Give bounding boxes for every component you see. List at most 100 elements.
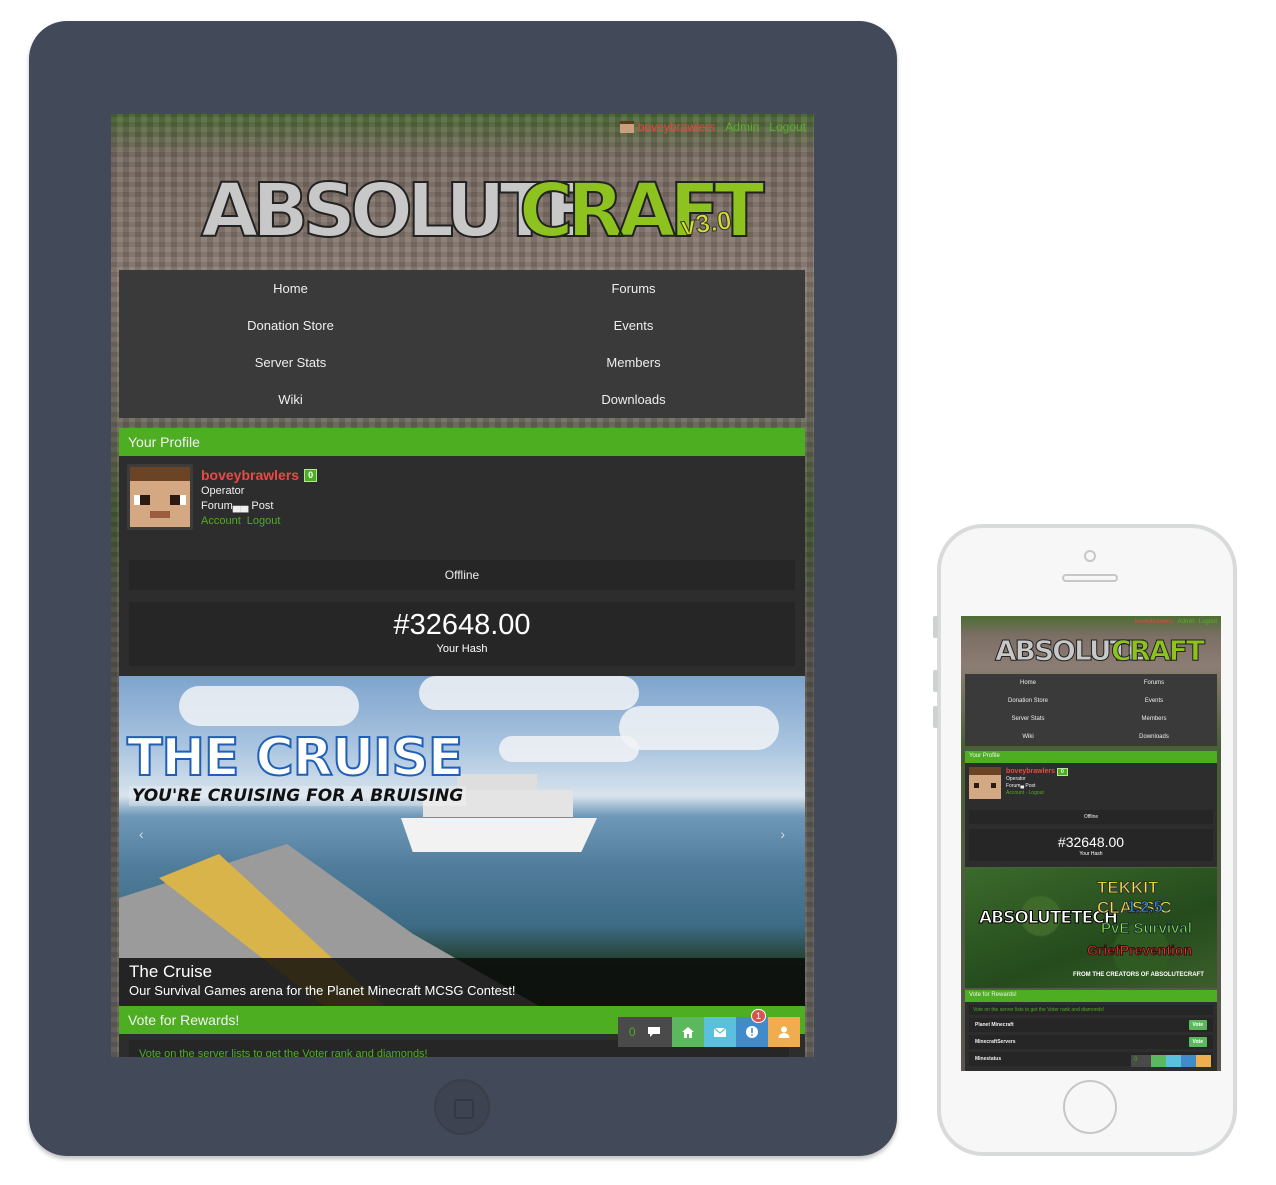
minecraft-face-icon [130,467,190,527]
mobile-nav-downloads[interactable]: Downloads [1091,728,1217,746]
nav-forums[interactable]: Forums [462,270,805,307]
mobile-messages-button[interactable] [1166,1055,1181,1067]
mobile-nav-events[interactable]: Events [1091,692,1217,710]
banner-art-title: THE CRUISE [126,727,464,789]
nav-downloads[interactable]: Downloads [462,381,805,418]
mobile-featured-carousel[interactable]: ABSOLUTETECH TEKKIT CLASSIC 1.2.5 PvE Su… [965,868,1217,988]
mobile-nav-server-stats[interactable]: Server Stats [965,710,1091,728]
mobile-logout-link[interactable]: Logout [1199,619,1217,625]
mobile-nav-wiki[interactable]: Wiki [965,728,1091,746]
mobile-chat-button[interactable]: 0 [1131,1055,1151,1067]
mobile-vote-heading: Vote for Rewards! [965,990,1217,1002]
phone-speaker [1062,574,1118,582]
caption-text: Our Survival Games arena for the Planet … [129,983,516,998]
vote-site-name: Planet Minecraft [975,1022,1014,1028]
account-link[interactable]: Account [201,515,241,527]
profile-info: boveybrawlers 0 Operator Forum▄▄ Post Ac… [201,466,318,529]
logout-link[interactable]: Logout [769,120,806,134]
profile-panel-heading: Your Profile [119,428,805,456]
mobile-profile-panel: boveybrawlers 0 Operator Forum▄ Post Acc… [965,763,1217,867]
vote-site-name: MinecraftServers [975,1039,1016,1045]
mobile-main-nav: Home Forums Donation Store Events Server… [965,674,1217,746]
nav-server-stats[interactable]: Server Stats [119,344,462,381]
main-nav: Home Forums Donation Store Events Server… [119,270,805,418]
mobile-nav-home[interactable]: Home [965,674,1091,692]
profile-avatar[interactable] [127,464,193,530]
mobile-profile-links[interactable]: Account · Logout [1006,790,1068,797]
profile-posts: Forum▄▄ Post [201,500,274,512]
alert-count-badge: 1 [750,1009,766,1023]
phone-device: boveybrawlers Admin Logout ABSOLUTE CRAF… [933,524,1237,1156]
profile-username[interactable]: boveybrawlers [201,466,299,484]
phone-screen: boveybrawlers Admin Logout ABSOLUTE CRAF… [961,616,1221,1071]
profile-panel: boveybrawlers 0 Operator Forum▄▄ Post Ac… [119,456,805,676]
mobile-quick-dock: 0 [1131,1055,1211,1067]
profile-button[interactable] [768,1017,800,1047]
mobile-hash-label: Your Hash [1079,851,1103,857]
mobile-alerts-button[interactable] [1181,1055,1196,1067]
vote-row: Planet Minecraft Vote [969,1018,1213,1032]
nav-events[interactable]: Events [462,307,805,344]
caption-title: The Cruise [129,962,213,981]
mobile-user-topbar: boveybrawlers Admin Logout [1135,619,1217,625]
mobile-hash-value: #32648.00 [1057,834,1125,850]
alert-icon [746,1026,758,1038]
mobile-vote-panel: Vote on the server lists to get the Vote… [965,1002,1217,1071]
mobile-profile-username[interactable]: boveybrawlers [1006,768,1055,775]
hash-value: #32648.00 [393,609,531,641]
nav-home[interactable]: Home [119,270,462,307]
vote-button[interactable]: Vote [1188,1020,1207,1030]
quick-dock: 0 1 [618,1009,800,1047]
phone-camera [1084,550,1096,562]
profile-logout-link[interactable]: Logout [247,515,281,527]
admin-link[interactable]: Admin [725,120,759,134]
mobile-nav-members[interactable]: Members [1091,710,1217,728]
site-logo[interactable]: ABSOLUTE CRAFT v3.0 [200,166,766,256]
mobile-home-button[interactable] [1151,1055,1166,1067]
banner-art-subtitle: YOU'RE CRUISING FOR A BRUISING [129,786,467,806]
messages-button[interactable] [704,1017,736,1047]
chat-button[interactable]: 0 [618,1017,672,1047]
user-avatar-icon [619,121,634,133]
tablet-home-button [434,1079,490,1135]
profile-badge: 0 [304,468,318,482]
nav-donation-store[interactable]: Donation Store [119,307,462,344]
vote-site-name: Minestatus [975,1056,1002,1062]
carousel-next-icon[interactable]: › [780,826,785,842]
alerts-button[interactable]: 1 [736,1009,768,1047]
mobile-profile-rank: Operator [1006,776,1026,782]
mobile-banner-footer: FROM THE CREATORS OF ABSOLUTECRAFT [1073,972,1204,978]
mobile-admin-link[interactable]: Admin [1178,619,1195,625]
tablet-device: boveybrawlers Admin Logout ABSOLUTE CRAF… [29,21,897,1156]
mobile-profile-posts: Forum▄ Post [1006,783,1036,789]
mobile-nav-forums[interactable]: Forums [1091,674,1217,692]
phone-home-button [1063,1080,1117,1134]
mobile-topbar-username[interactable]: boveybrawlers [1135,619,1174,625]
nav-wiki[interactable]: Wiki [119,381,462,418]
mobile-profile-badge: 0 [1056,768,1068,776]
chat-bubble-icon [648,1027,661,1037]
home-button[interactable] [672,1017,704,1047]
carousel-prev-icon[interactable]: ‹ [139,826,144,842]
vote-button[interactable]: Vote [1188,1037,1207,1047]
user-icon [778,1026,790,1038]
device-mockup-stage: boveybrawlers Admin Logout ABSOLUTE CRAF… [0,0,1276,1185]
mobile-site-logo[interactable]: ABSOLUTE CRAFT [995,634,1206,668]
hash-box: #32648.00 Your Hash [129,602,795,666]
mobile-minecraft-face-icon[interactable] [969,767,1001,799]
nav-members[interactable]: Members [462,344,805,381]
user-menu[interactable]: boveybrawlers [619,120,716,134]
mobile-profile-heading: Your Profile [965,751,1217,763]
carousel-caption: The Cruise Our Survival Games arena for … [119,958,805,1006]
mobile-profile-button[interactable] [1196,1055,1211,1067]
featured-carousel[interactable]: THE CRUISE YOU'RE CRUISING FOR A BRUISIN… [119,676,805,1006]
tablet-screen: boveybrawlers Admin Logout ABSOLUTE CRAF… [111,114,814,1057]
mobile-banner-line4: GriefPrevention [1086,942,1193,959]
vote-row: MinecraftServers Vote [969,1035,1213,1049]
server-status: Offline [129,560,795,590]
home-icon [682,1026,694,1038]
topbar-username: boveybrawlers [637,120,716,134]
profile-rank: Operator [201,485,245,497]
mobile-nav-donation-store[interactable]: Donation Store [965,692,1091,710]
mobile-banner-line2: 1.2.5 [1127,899,1164,917]
